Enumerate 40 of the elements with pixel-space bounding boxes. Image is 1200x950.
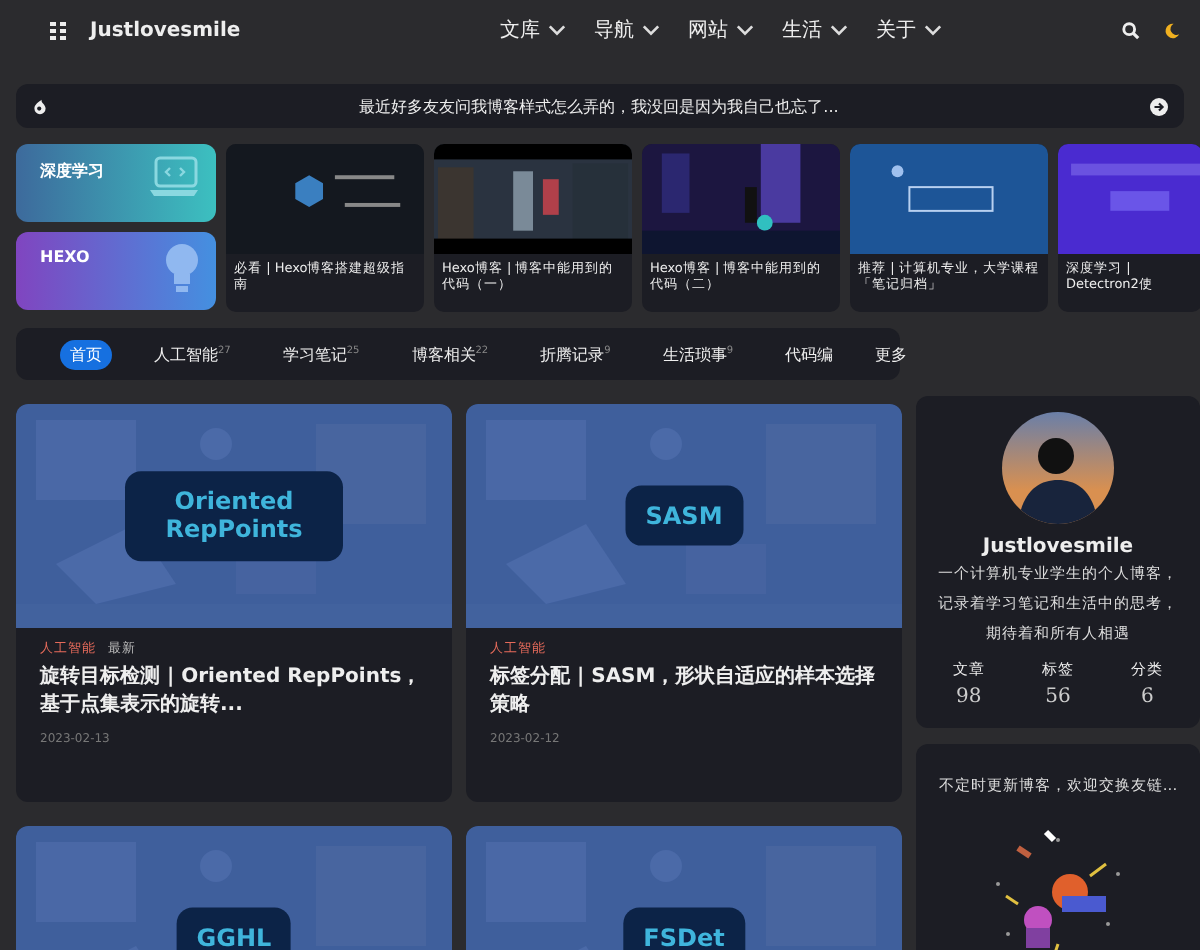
author-name: Justlovesmile [982, 536, 1134, 558]
post-title[interactable]: 标签分配 | SASM，形状自适应的样本选择策略 [490, 664, 878, 720]
category-tab[interactable]: 生活琐事$^{9}$ [652, 339, 743, 369]
chevron-icon [830, 24, 849, 36]
stat-value[interactable]: 56 [1045, 686, 1071, 708]
category-card[interactable]: 深度学习 [16, 144, 216, 222]
lightbulb-icon [164, 242, 200, 294]
cover-label: GGHL [176, 906, 292, 950]
more-link[interactable]: 更多 [875, 343, 907, 365]
nav-menu-item[interactable]: 文库 [500, 16, 567, 44]
moon-icon[interactable] [1164, 21, 1180, 39]
site-title[interactable]: Justlovesmile [90, 19, 241, 41]
category-tab[interactable]: 折腾记录$^{9}$ [530, 339, 621, 369]
cover-label: Oriented RepPoints [125, 471, 343, 561]
chevron-icon [736, 24, 755, 36]
stat-value[interactable]: 98 [955, 686, 982, 708]
chevron-icon [548, 24, 567, 36]
category-tab[interactable]: 首页 [60, 339, 112, 369]
chevron-icon [924, 24, 943, 36]
post-card[interactable]: GGHL [16, 825, 452, 950]
laptop-icon [148, 154, 200, 198]
menu-icon[interactable] [50, 21, 66, 39]
nav-menu-item[interactable]: 网站 [688, 16, 755, 44]
chevron-icon [642, 24, 661, 36]
nav-menu-item[interactable]: 关于 [876, 16, 943, 44]
category-tab[interactable]: 代码编 [775, 339, 843, 369]
category-tab[interactable]: 人工智能$^{27}$ [144, 339, 241, 369]
post-card[interactable]: FSDet [466, 825, 902, 950]
nav-menu-item[interactable]: 生活 [782, 16, 849, 44]
arrow-right-icon[interactable] [1150, 97, 1168, 115]
cover-label: FSDet [623, 906, 745, 950]
cover-label: SASM [625, 485, 743, 547]
nav-menu-item[interactable]: 导航 [594, 16, 661, 44]
post-title[interactable]: 旋转目标检测 | Oriented RepPoints，基于点集表示的旋转... [40, 664, 428, 720]
stat-value[interactable]: 6 [1140, 686, 1154, 708]
category-card[interactable]: HEXO [16, 232, 216, 310]
search-icon[interactable] [1122, 21, 1140, 39]
category-tab[interactable]: 学习笔记$^{25}$ [272, 339, 370, 369]
notice-text[interactable]: 最近好多友友问我博客样式怎么弄的，我没回是因为我自己也忘了... [48, 95, 1150, 117]
category-tab[interactable]: 博客相关$^{22}$ [401, 339, 499, 369]
